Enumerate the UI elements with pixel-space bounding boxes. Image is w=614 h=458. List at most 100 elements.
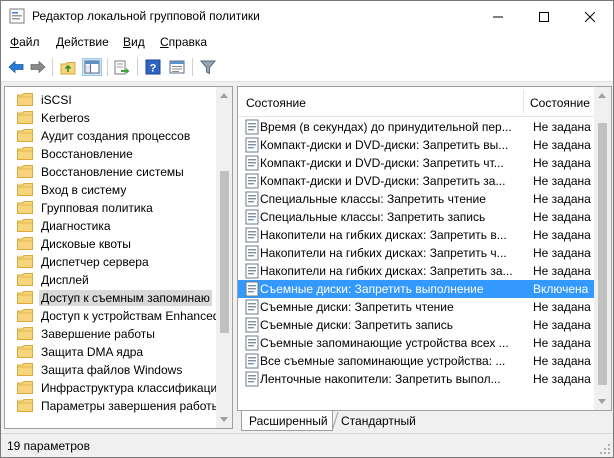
tree-item[interactable]: Защита файлов Windows bbox=[17, 361, 217, 379]
tree-item[interactable]: Диспетчер сервера bbox=[17, 253, 217, 271]
policy-state: Не задана bbox=[533, 120, 591, 134]
table-row[interactable]: Ленточные накопители: Запретить выпол...… bbox=[238, 370, 594, 388]
policy-state: Не задана bbox=[533, 192, 591, 206]
up-level-button[interactable] bbox=[58, 58, 78, 76]
policy-name: Съемные диски: Запретить выполнение bbox=[260, 282, 484, 296]
table-row[interactable]: Время (в секундах) до принудительной пер… bbox=[238, 118, 594, 136]
table-row[interactable]: Съемные диски: Запретить запись Не задана bbox=[238, 316, 594, 334]
resize-grip-icon[interactable] bbox=[599, 443, 611, 455]
tab-standard[interactable]: Стандартный bbox=[333, 411, 423, 431]
forward-arrow-icon bbox=[30, 60, 46, 74]
table-row[interactable]: Накопители на гибких дисках: Запретить в… bbox=[238, 226, 594, 244]
folder-icon bbox=[17, 345, 33, 358]
table-row[interactable]: Съемные диски: Запретить выполнение Включ… bbox=[238, 280, 594, 298]
folder-icon bbox=[17, 237, 33, 250]
table-row[interactable]: Компакт-диски и DVD-диски: Запретить за.… bbox=[238, 172, 594, 190]
table-row[interactable]: Съемные диски: Запретить чтение Не задана bbox=[238, 298, 594, 316]
forward-button[interactable] bbox=[28, 58, 48, 76]
tree-item[interactable]: Дисковые квоты bbox=[17, 235, 217, 253]
folder-icon bbox=[17, 183, 33, 196]
tree-item[interactable]: Защита DMA ядра bbox=[17, 343, 217, 361]
tree-item[interactable]: iSCSI bbox=[17, 91, 217, 109]
tree-pane[interactable]: iSCSI Kerberos Аудит создания процессов Вос… bbox=[4, 86, 233, 429]
table-row[interactable]: Компакт-диски и DVD-диски: Запретить вы.… bbox=[238, 136, 594, 154]
policy-state: Не задана bbox=[533, 372, 591, 386]
tree-item[interactable]: Параметры завершения работы bbox=[17, 397, 220, 415]
policy-setting-icon bbox=[245, 371, 259, 387]
table-row[interactable]: Специальные классы: Запретить чтение Не з… bbox=[238, 190, 594, 208]
column-divider[interactable] bbox=[523, 90, 524, 114]
tree-scrollbar[interactable] bbox=[216, 87, 232, 428]
tree-item[interactable]: Восстановление bbox=[17, 145, 217, 163]
scroll-down-arrow-icon[interactable] bbox=[598, 399, 606, 404]
scroll-up-arrow-icon[interactable] bbox=[220, 93, 228, 98]
table-row[interactable]: Компакт-диски и DVD-диски: Запретить чт.… bbox=[238, 154, 594, 172]
policy-name: Компакт-диски и DVD-диски: Запретить вы.… bbox=[260, 138, 509, 152]
policy-state: Не задана bbox=[533, 228, 591, 242]
maximize-button[interactable] bbox=[521, 1, 567, 32]
tree-item[interactable]: Kerberos bbox=[17, 109, 217, 127]
policy-setting-icon bbox=[245, 245, 259, 261]
menu-file[interactable]: Файл bbox=[10, 35, 40, 49]
column-header-state[interactable]: Состояние bbox=[530, 96, 590, 110]
show-hide-tree-button[interactable] bbox=[82, 58, 102, 76]
properties-button[interactable] bbox=[167, 58, 187, 76]
help-button[interactable]: ? bbox=[143, 58, 163, 76]
filter-button[interactable] bbox=[198, 58, 218, 76]
tree-scrollbar-thumb[interactable] bbox=[220, 171, 229, 333]
back-button[interactable] bbox=[6, 58, 26, 76]
column-header-setting[interactable]: Состояние bbox=[246, 96, 306, 110]
tree-item[interactable]: Вход в систему bbox=[17, 181, 217, 199]
minimize-button[interactable] bbox=[475, 1, 521, 32]
tree-item[interactable]: Диагностика bbox=[17, 217, 217, 235]
help-icon: ? bbox=[145, 59, 161, 75]
policy-name: Специальные классы: Запретить запись bbox=[260, 210, 486, 224]
policy-name: Специальные классы: Запретить чтение bbox=[260, 192, 486, 206]
view-tabs: Расширенный Стандартный bbox=[237, 411, 612, 431]
list-scrollbar-thumb[interactable] bbox=[598, 123, 607, 385]
table-row[interactable]: Съемные запоминающие устройства всех ...… bbox=[238, 334, 594, 352]
menu-action[interactable]: Действие bbox=[56, 35, 109, 49]
tab-extended[interactable]: Расширенный bbox=[241, 411, 333, 431]
policy-state: Не задана bbox=[533, 336, 591, 350]
tree-item[interactable]: Доступ к устройствам Enhanced bbox=[17, 307, 219, 325]
policy-list-pane[interactable]: Состояние Состояние Время (в секундах) д… bbox=[237, 86, 612, 411]
tree-item-label: Дисковые квоты bbox=[41, 237, 131, 251]
table-row[interactable]: Накопители на гибких дисках: Запретить з… bbox=[238, 262, 594, 280]
tree-item-label: Вход в систему bbox=[41, 183, 127, 197]
menu-view[interactable]: Вид bbox=[123, 35, 145, 49]
tree-item[interactable]: Завершение работы bbox=[17, 325, 217, 343]
table-row[interactable]: Все съемные запоминающие устройства: ...… bbox=[238, 352, 594, 370]
policy-state: Не задана bbox=[533, 210, 591, 224]
export-list-button[interactable] bbox=[112, 58, 132, 76]
policy-state: Не задана bbox=[533, 318, 591, 332]
tree-item[interactable]: Групповая политика bbox=[17, 199, 217, 217]
scroll-up-arrow-icon[interactable] bbox=[598, 93, 606, 98]
folder-icon bbox=[17, 381, 33, 394]
scroll-down-arrow-icon[interactable] bbox=[220, 417, 228, 422]
policy-name: Съемные диски: Запретить запись bbox=[260, 318, 453, 332]
close-button[interactable] bbox=[567, 1, 613, 32]
tree-item[interactable]: Доступ к съемным запоминаю bbox=[17, 289, 217, 307]
policy-state: Не задана bbox=[533, 174, 591, 188]
policy-name: Ленточные накопители: Запретить выпол... bbox=[260, 372, 501, 386]
toolbar-separator bbox=[137, 58, 138, 76]
policy-name: Компакт-диски и DVD-диски: Запретить чт.… bbox=[260, 156, 504, 170]
tree-item[interactable]: Инфраструктура классификации bbox=[17, 379, 224, 397]
tree-item[interactable]: Дисплей bbox=[17, 271, 217, 289]
policy-setting-icon bbox=[245, 119, 259, 135]
policy-setting-icon bbox=[245, 191, 259, 207]
menu-help[interactable]: Справка bbox=[160, 35, 207, 49]
policy-setting-icon bbox=[245, 281, 259, 297]
list-scrollbar[interactable] bbox=[594, 87, 611, 410]
tree-item-label: Защита файлов Windows bbox=[41, 363, 183, 377]
tree-item[interactable]: Аудит создания процессов bbox=[17, 127, 217, 145]
table-row[interactable]: Накопители на гибких дисках: Запретить ч… bbox=[238, 244, 594, 262]
tree-item-label: iSCSI bbox=[41, 93, 72, 107]
title-bar[interactable]: Редактор локальной групповой политики bbox=[1, 1, 613, 32]
table-row[interactable]: Специальные классы: Запретить запись Не з… bbox=[238, 208, 594, 226]
policy-name: Накопители на гибких дисках: Запретить ч… bbox=[260, 246, 507, 260]
tree-item-label: Инфраструктура классификации bbox=[41, 381, 224, 395]
tree-item[interactable]: Восстановление системы bbox=[17, 163, 217, 181]
properties-icon bbox=[169, 60, 185, 74]
